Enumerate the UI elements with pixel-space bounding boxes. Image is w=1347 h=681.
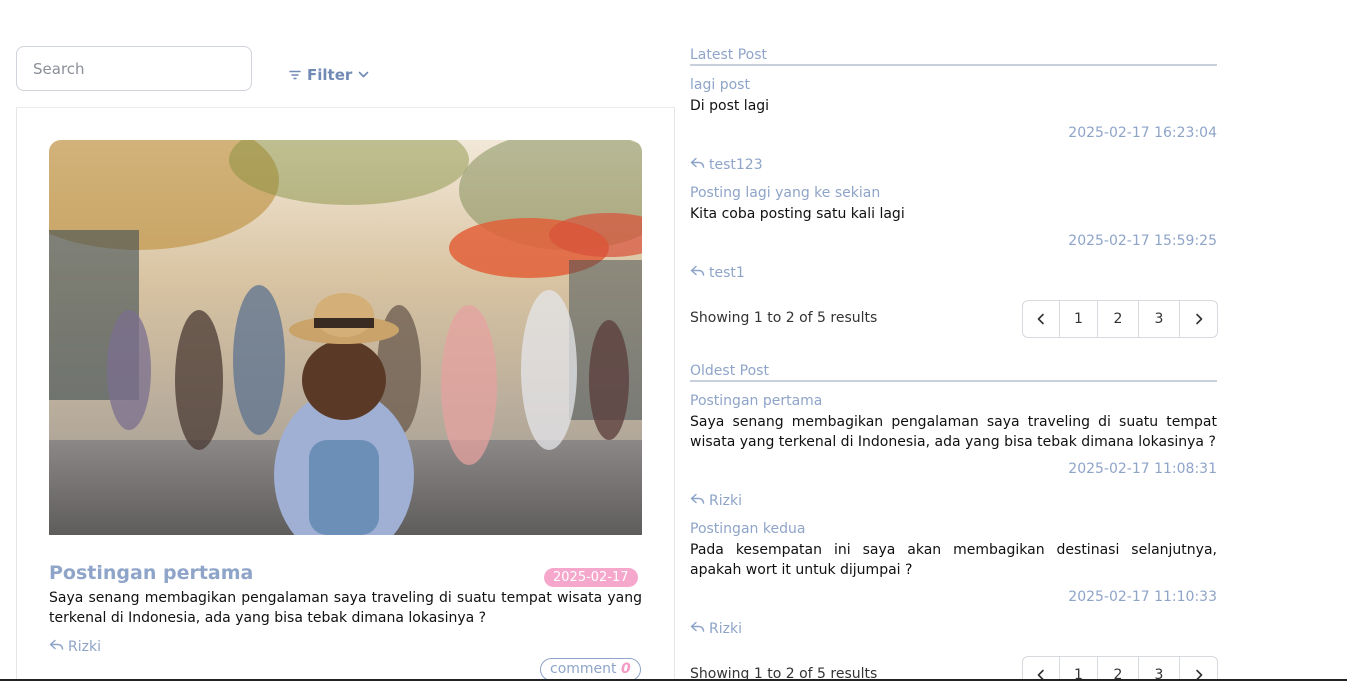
post-author[interactable]: Rizki bbox=[49, 639, 101, 655]
chevron-right-icon bbox=[1195, 313, 1202, 325]
oldest-item-author[interactable]: Rizki bbox=[690, 493, 742, 509]
post-date-badge: 2025-02-17 bbox=[544, 568, 638, 587]
oldest-item-author[interactable]: Rizki bbox=[690, 621, 742, 637]
prev-page-button[interactable] bbox=[1023, 301, 1060, 337]
page-button[interactable]: 1 bbox=[1060, 301, 1098, 337]
latest-item-body: Kita coba posting satu kali lagi bbox=[690, 206, 905, 222]
page-button[interactable]: 1 bbox=[1060, 657, 1098, 681]
post-title[interactable]: Postingan pertama bbox=[49, 562, 253, 584]
page-button[interactable]: 3 bbox=[1139, 301, 1180, 337]
post-body: Saya senang membagikan pengalaman saya t… bbox=[49, 590, 642, 626]
latest-item-title[interactable]: Posting lagi yang ke sekian bbox=[690, 185, 880, 201]
post-card: Postingan pertama 2025-02-17 Saya senang… bbox=[16, 107, 675, 681]
author-name: Rizki bbox=[709, 621, 742, 637]
post-image bbox=[49, 140, 642, 535]
oldest-item-title[interactable]: Postingan kedua bbox=[690, 521, 805, 537]
author-name: Rizki bbox=[68, 639, 101, 655]
latest-item-author[interactable]: test123 bbox=[690, 157, 763, 173]
reply-icon bbox=[690, 493, 705, 509]
page-button[interactable]: 3 bbox=[1139, 657, 1180, 681]
author-name: test123 bbox=[709, 157, 763, 173]
oldest-item-body: Pada kesempatan ini saya akan membagikan… bbox=[690, 542, 1217, 578]
next-page-button[interactable] bbox=[1180, 301, 1217, 337]
reply-icon bbox=[690, 157, 705, 173]
page-button[interactable]: 2 bbox=[1098, 657, 1139, 681]
prev-page-button[interactable] bbox=[1023, 657, 1060, 681]
chevron-left-icon bbox=[1037, 313, 1044, 325]
author-name: Rizki bbox=[709, 493, 742, 509]
oldest-item-date: 2025-02-17 11:08:31 bbox=[1068, 461, 1217, 477]
oldest-item-title[interactable]: Postingan pertama bbox=[690, 393, 822, 409]
latest-item-title[interactable]: lagi post bbox=[690, 77, 750, 93]
latest-pagination: 1 2 3 bbox=[1022, 300, 1218, 338]
latest-item-date: 2025-02-17 16:23:04 bbox=[1068, 125, 1217, 141]
oldest-pagination: 1 2 3 bbox=[1022, 656, 1218, 681]
reply-icon bbox=[49, 639, 64, 655]
page-button[interactable]: 2 bbox=[1098, 301, 1139, 337]
oldest-post-heading: Oldest Post bbox=[690, 363, 1217, 382]
comment-count: 0 bbox=[620, 661, 631, 677]
latest-item-date: 2025-02-17 15:59:25 bbox=[1068, 233, 1217, 249]
search-input[interactable] bbox=[16, 46, 252, 91]
latest-results-text: Showing 1 to 2 of 5 results bbox=[690, 310, 878, 326]
filter-icon bbox=[289, 70, 301, 80]
author-name: test1 bbox=[709, 265, 745, 281]
latest-item-author[interactable]: test1 bbox=[690, 265, 745, 281]
comment-button[interactable]: comment 0 bbox=[540, 658, 641, 681]
reply-icon bbox=[690, 265, 705, 281]
filter-button[interactable]: Filter bbox=[289, 64, 369, 86]
chevron-down-icon bbox=[358, 71, 369, 79]
filter-label: Filter bbox=[307, 66, 353, 84]
reply-icon bbox=[690, 621, 705, 637]
oldest-item-date: 2025-02-17 11:10:33 bbox=[1068, 589, 1217, 605]
oldest-item-body: Saya senang membagikan pengalaman saya t… bbox=[690, 414, 1217, 450]
next-page-button[interactable] bbox=[1180, 657, 1217, 681]
latest-item-body: Di post lagi bbox=[690, 98, 770, 114]
latest-post-heading: Latest Post bbox=[690, 47, 1217, 66]
comment-label: comment bbox=[550, 661, 617, 677]
